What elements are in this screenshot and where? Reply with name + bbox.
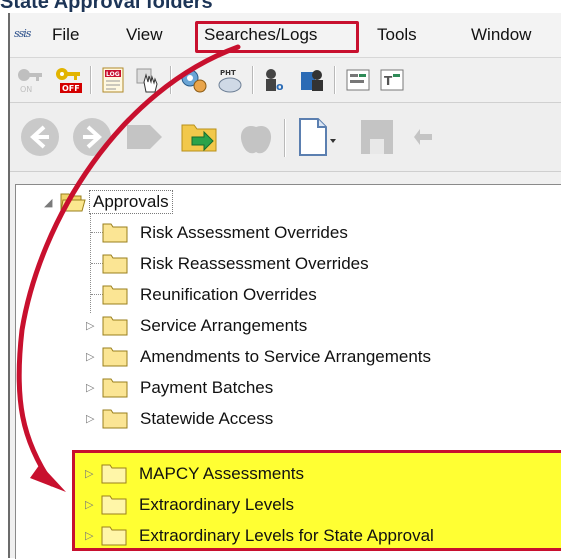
form-icon[interactable]: [344, 66, 372, 94]
pht-icon[interactable]: PHT: [216, 66, 244, 94]
gear-people-icon[interactable]: [180, 66, 208, 94]
toolbar-primary: ON OFF LOG PHT o T: [10, 58, 561, 103]
menu-file[interactable]: File: [52, 23, 79, 47]
tree-node-service-arrangements[interactable]: ▷ Service Arrangements: [86, 312, 556, 340]
form-text-icon[interactable]: T: [378, 66, 406, 94]
toolbar-separator: [284, 119, 286, 157]
toolbar-separator: [334, 66, 336, 94]
folder-icon: [101, 464, 127, 484]
tree-node-label: Payment Batches: [140, 378, 274, 397]
tree-node-payment-batches[interactable]: ▷ Payment Batches: [86, 374, 556, 402]
folder-icon: [102, 223, 128, 243]
expand-triangle-icon[interactable]: ▷: [85, 529, 95, 543]
searches-logs-highlight: [195, 21, 359, 53]
expand-triangle-icon[interactable]: ▷: [86, 350, 96, 364]
apple-icon[interactable]: [234, 115, 278, 159]
menu-view[interactable]: View: [126, 23, 163, 47]
tree-node-label: MAPCY Assessments: [139, 464, 305, 483]
menu-bar: ssis File View Searches/Logs Tools Windo…: [10, 13, 561, 58]
collapse-triangle-icon[interactable]: ◢: [44, 196, 54, 210]
menu-window[interactable]: Window: [471, 23, 531, 47]
pht-text: PHT: [220, 69, 236, 77]
tree-node-label: Approvals: [89, 190, 173, 214]
folder-icon: [102, 378, 128, 398]
tree-node-risk-assessment-overrides[interactable]: Risk Assessment Overrides: [102, 219, 542, 247]
expand-triangle-icon[interactable]: ▷: [85, 498, 95, 512]
tree-node-extraordinary-levels-for-state-approval[interactable]: ▷ Extraordinary Levels for State Approva…: [85, 522, 555, 550]
key-off-text: OFF: [62, 84, 80, 93]
folder-icon: [102, 254, 128, 274]
menu-tools[interactable]: Tools: [377, 23, 417, 47]
tree-node-risk-reassessment-overrides[interactable]: Risk Reassessment Overrides: [102, 250, 542, 278]
tree-node-reunification-overrides[interactable]: Reunification Overrides: [102, 281, 542, 309]
toolbar-navigation: [10, 103, 561, 172]
folder-icon: [102, 409, 128, 429]
back-arrow-icon[interactable]: [18, 115, 62, 159]
tree-node-approvals[interactable]: ◢ Approvals: [44, 189, 244, 217]
tree-node-label: Amendments to Service Arrangements: [140, 347, 432, 366]
forward-arrow-icon[interactable]: [70, 115, 114, 159]
tree-node-label: Reunification Overrides: [140, 285, 317, 304]
key-on-text: ON: [20, 85, 32, 94]
tag-icon[interactable]: [122, 115, 166, 159]
page-title: State Approval folders: [0, 0, 213, 13]
folder-icon: [102, 285, 128, 305]
folder-open-icon: [60, 193, 86, 212]
expand-triangle-icon[interactable]: ▷: [86, 319, 96, 333]
app-window: ssis File View Searches/Logs Tools Windo…: [8, 13, 561, 559]
key-off-icon[interactable]: OFF: [54, 66, 82, 94]
log-icon[interactable]: LOG: [100, 66, 128, 94]
expand-triangle-icon[interactable]: ▷: [85, 467, 95, 481]
tree-node-amendments-to-service-arrangements[interactable]: ▷ Amendments to Service Arrangements: [86, 343, 556, 371]
people-card-icon[interactable]: [298, 66, 326, 94]
toolbar-separator: [90, 66, 92, 94]
folder-icon: [101, 526, 127, 546]
key-on-icon[interactable]: ON: [16, 66, 44, 94]
tree-node-label: Risk Reassessment Overrides: [140, 254, 369, 273]
tree-node-label: Extraordinary Levels for State Approval: [139, 526, 434, 545]
folder-icon: [102, 347, 128, 367]
svg-text:o: o: [276, 80, 284, 93]
people-30-icon[interactable]: o: [262, 66, 290, 94]
app-system-menu-icon[interactable]: ssis: [14, 25, 40, 43]
save-disk-icon[interactable]: [356, 115, 400, 159]
tree-node-label: Statewide Access: [140, 409, 274, 428]
tree-node-extraordinary-levels[interactable]: ▷ Extraordinary Levels: [85, 491, 555, 519]
undo-icon[interactable]: [406, 115, 450, 159]
expand-triangle-icon[interactable]: ▷: [86, 412, 96, 426]
tree-node-label: Service Arrangements: [140, 316, 308, 335]
new-document-icon[interactable]: [294, 115, 338, 159]
tree-node-label: Risk Assessment Overrides: [140, 223, 348, 242]
tree-node-mapcy-assessments[interactable]: ▷ MAPCY Assessments: [85, 460, 555, 488]
folder-open-arrow-icon[interactable]: [178, 115, 222, 159]
folder-icon: [102, 316, 128, 336]
toolbar-separator: [252, 66, 254, 94]
log-text: LOG: [106, 71, 120, 78]
svg-text:T: T: [384, 74, 393, 88]
toolbar-separator: [170, 66, 172, 94]
hand-pointer-icon[interactable]: [134, 66, 162, 94]
expand-triangle-icon[interactable]: ▷: [86, 381, 96, 395]
tree-node-statewide-access[interactable]: ▷ Statewide Access: [86, 405, 556, 433]
tree-node-label: Extraordinary Levels: [139, 495, 294, 514]
folder-icon: [101, 495, 127, 515]
